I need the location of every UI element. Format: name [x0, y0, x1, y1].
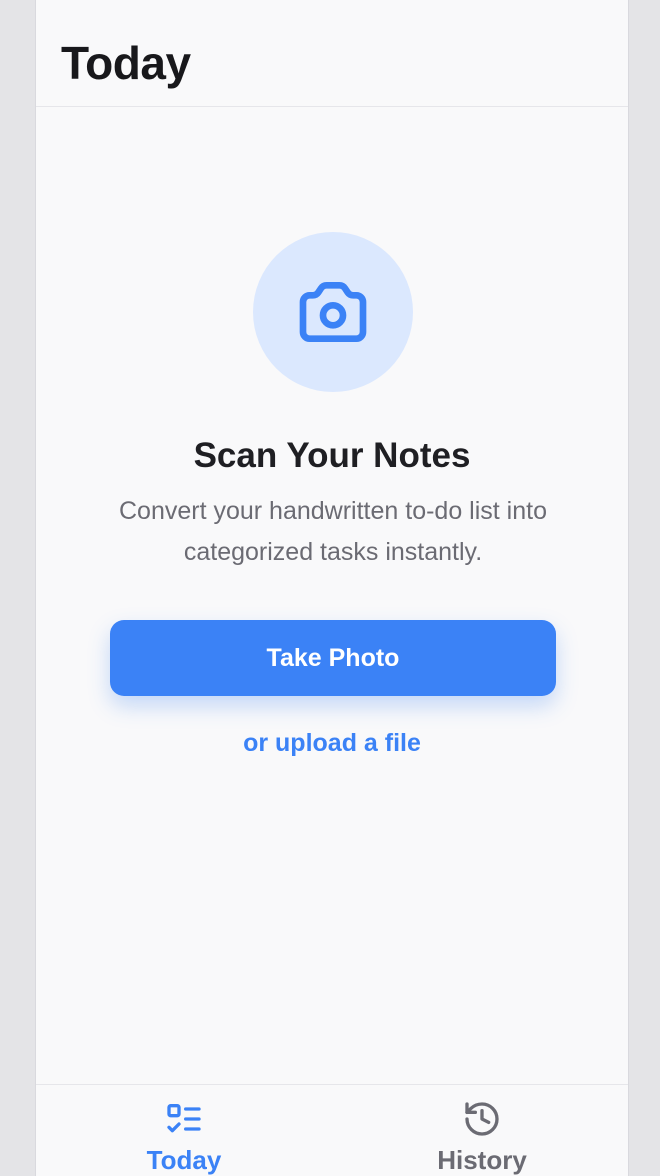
bottom-tab-bar: Today History — [36, 1084, 628, 1176]
camera-icon — [299, 282, 367, 342]
checklist-icon — [167, 1104, 201, 1133]
tab-history[interactable]: History — [382, 1085, 582, 1176]
tab-today[interactable]: Today — [84, 1085, 284, 1176]
page-title: Today — [61, 37, 191, 89]
tab-history-label: History — [437, 1145, 527, 1175]
header: Today — [36, 0, 628, 107]
take-photo-button[interactable]: Take Photo — [110, 620, 556, 696]
empty-state-heading: Scan Your Notes — [193, 436, 471, 475]
history-icon — [465, 1102, 499, 1136]
app-screen: Today Scan Your Notes Convert your handw… — [35, 0, 629, 1176]
camera-badge — [253, 232, 413, 392]
empty-state-description: Convert your handwritten to-do list into… — [119, 497, 547, 566]
tab-today-label: Today — [146, 1145, 222, 1175]
upload-file-link[interactable]: or upload a file — [36, 724, 628, 762]
